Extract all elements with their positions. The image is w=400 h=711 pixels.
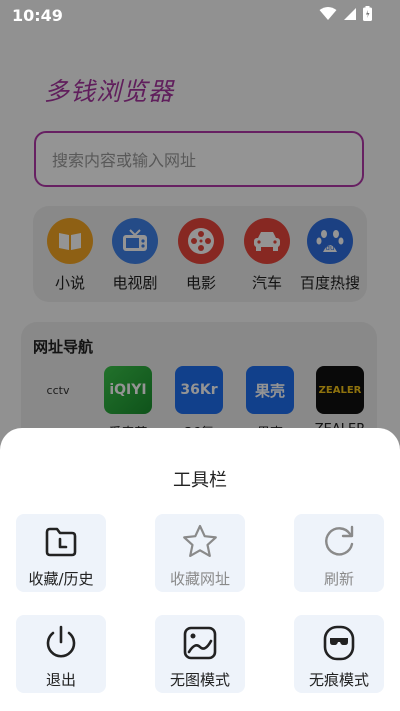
tool-label: 刷新 xyxy=(323,570,354,588)
tool-label: 收藏/历史 xyxy=(28,570,94,588)
tool-label: 无痕模式 xyxy=(308,671,369,689)
refresh-button[interactable]: 刷新 xyxy=(294,514,384,592)
exit-button[interactable]: 退出 xyxy=(16,615,106,693)
refresh-icon xyxy=(325,525,354,556)
status-bar: 10:49 xyxy=(0,0,400,28)
no-image-icon xyxy=(183,626,217,660)
tool-label: 无图模式 xyxy=(169,671,230,689)
favorites-history-button[interactable]: 收藏/历史 xyxy=(16,514,106,592)
toolbar-sheet: 工具栏 收藏/历史 收藏网址 刷新 退出 无图模式 无痕模式 xyxy=(0,428,400,711)
star-icon xyxy=(183,524,217,557)
signal-icon xyxy=(343,6,357,25)
bookmark-url-button[interactable]: 收藏网址 xyxy=(155,514,245,592)
battery-icon xyxy=(363,6,372,25)
tool-label: 收藏网址 xyxy=(169,570,230,588)
no-image-mode-button[interactable]: 无图模式 xyxy=(155,615,245,693)
folder-clock-icon xyxy=(45,527,77,557)
wifi-icon xyxy=(319,6,337,25)
incognito-icon xyxy=(323,625,355,661)
status-icons xyxy=(319,6,372,25)
power-icon xyxy=(46,625,76,658)
incognito-mode-button[interactable]: 无痕模式 xyxy=(294,615,384,693)
tool-label: 退出 xyxy=(45,671,76,689)
sheet-title: 工具栏 xyxy=(173,470,227,491)
status-time: 10:49 xyxy=(12,6,63,25)
